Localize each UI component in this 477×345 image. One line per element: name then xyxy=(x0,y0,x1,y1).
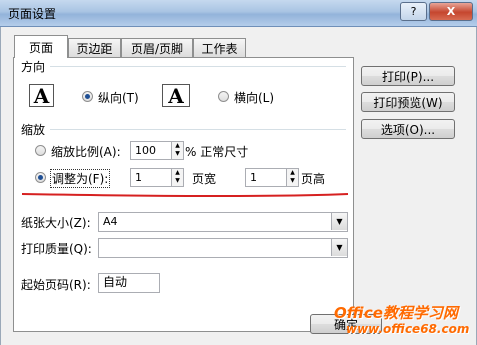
pages-tall-input[interactable]: 1 xyxy=(245,168,287,187)
print-quality-select[interactable]: ▼ xyxy=(98,238,348,258)
paper-size-select[interactable]: A4 ▼ xyxy=(98,212,348,232)
landscape-label[interactable]: 横向(L) xyxy=(234,89,274,106)
portrait-radio[interactable] xyxy=(82,91,93,102)
pages-wide-spinner[interactable]: ▲ ▼ xyxy=(171,168,184,187)
first-page-input[interactable]: 自动 xyxy=(98,273,160,293)
portrait-label[interactable]: 纵向(T) xyxy=(98,89,139,106)
adjust-percent-suffix: % 正常尺寸 xyxy=(185,145,249,159)
scaling-divider xyxy=(50,129,346,130)
tab-margins[interactable]: 页边距 xyxy=(68,38,121,57)
landscape-radio[interactable] xyxy=(218,91,229,102)
fit-to-label[interactable]: 调整为(F): xyxy=(50,169,111,188)
adjust-percent-input[interactable]: 100 xyxy=(130,141,172,160)
watermark-url: www.office68.com xyxy=(346,322,470,336)
chevron-down-icon[interactable]: ▼ xyxy=(331,213,347,230)
adjust-percent-spinner[interactable]: ▲ ▼ xyxy=(171,141,184,160)
options-button[interactable]: 选项(O)... xyxy=(361,119,455,139)
tab-sheet[interactable]: 工作表 xyxy=(193,38,246,57)
tab-page[interactable]: 页面 xyxy=(14,35,68,58)
orientation-divider xyxy=(50,66,346,67)
first-page-label: 起始页码(R): xyxy=(21,278,91,292)
fit-to-radio[interactable] xyxy=(35,172,46,183)
landscape-page-icon: A xyxy=(162,84,190,108)
tab-header-footer[interactable]: 页眉/页脚 xyxy=(121,38,193,57)
portrait-page-icon: A xyxy=(29,84,54,108)
paper-size-label: 纸张大小(Z): xyxy=(21,216,91,230)
pages-tall-spinner[interactable]: ▲ ▼ xyxy=(286,168,299,187)
help-button[interactable]: ? xyxy=(400,2,427,21)
close-button[interactable]: X xyxy=(429,2,473,21)
red-annotation-underline xyxy=(21,193,349,198)
title-bar: 页面设置 ? X xyxy=(0,0,477,27)
paper-size-value: A4 xyxy=(103,215,118,228)
adjust-to-label[interactable]: 缩放比例(A): xyxy=(51,143,121,160)
pages-tall-suffix: 页高 xyxy=(301,172,326,186)
print-quality-label: 打印质量(Q): xyxy=(21,242,92,256)
print-preview-button[interactable]: 打印预览(W) xyxy=(361,92,455,112)
pages-wide-input[interactable]: 1 xyxy=(130,168,172,187)
site-watermark: Office教程学习网 www.office68.com xyxy=(330,300,470,342)
orientation-section-title: 方向 xyxy=(21,60,46,74)
watermark-brand: Office教程学习网 xyxy=(334,304,458,322)
adjust-to-radio[interactable] xyxy=(35,145,46,156)
scaling-section-title: 缩放 xyxy=(21,123,46,137)
window-title: 页面设置 xyxy=(8,7,57,21)
print-button[interactable]: 打印(P)... xyxy=(361,66,455,86)
chevron-down-icon[interactable]: ▼ xyxy=(331,239,347,256)
pages-wide-suffix: 页宽 xyxy=(192,172,217,186)
